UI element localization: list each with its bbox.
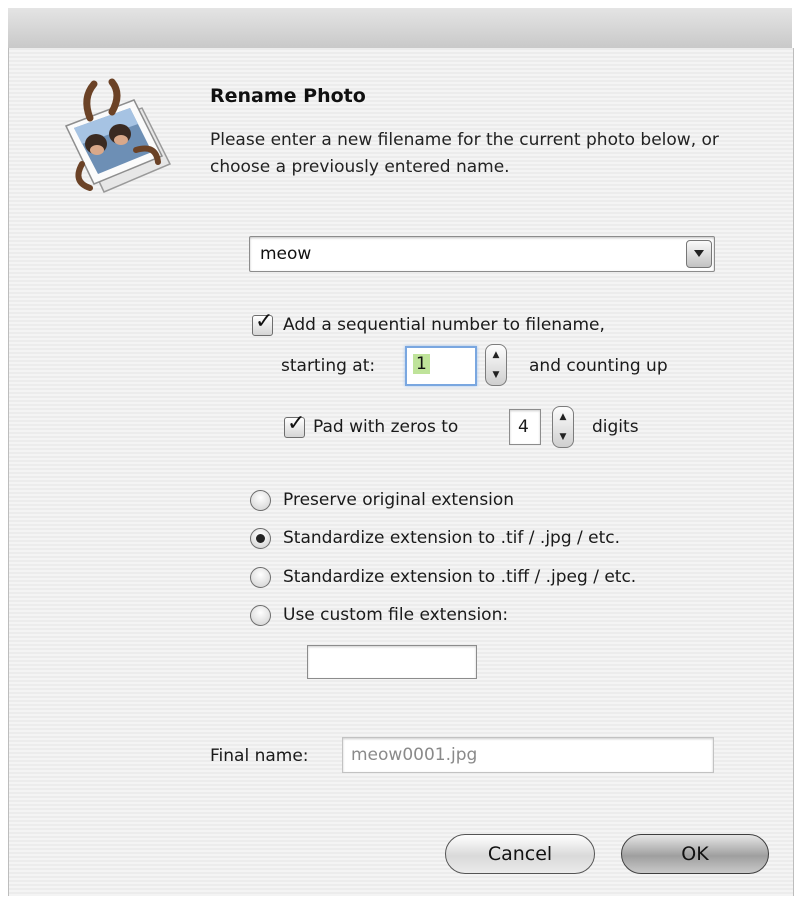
pad-digits-stepper[interactable]: ▲ ▼ [552, 406, 574, 448]
dialog-description: Please enter a new filename for the curr… [210, 130, 719, 177]
counting-up-label: and counting up [529, 356, 668, 376]
start-number-field[interactable]: 1 [405, 346, 477, 386]
radio-preserve-extension[interactable] [250, 490, 271, 511]
checkmark-icon: ✓ [255, 309, 274, 334]
pad-zeros-checkbox[interactable]: ✓ [284, 411, 305, 438]
dialog-title: Rename Photo [210, 85, 366, 107]
stepper-up-icon[interactable]: ▲ [486, 350, 506, 360]
filename-value[interactable]: meow [260, 244, 311, 264]
photo-app-icon [64, 78, 172, 193]
cancel-button[interactable]: Cancel [445, 834, 595, 874]
starting-at-label: starting at: [281, 356, 376, 376]
final-name-value: meow0001.jpg [351, 745, 478, 765]
radio-custom-extension[interactable] [250, 605, 271, 626]
pad-digits-field[interactable]: 4 [509, 409, 541, 445]
radio-label-standardize-short[interactable]: Standardize extension to .tif / .jpg / e… [283, 528, 620, 548]
digits-label: digits [592, 417, 639, 437]
checkmark-icon: ✓ [287, 411, 306, 436]
radio-label-preserve[interactable]: Preserve original extension [283, 490, 514, 510]
final-name-label: Final name: [210, 746, 309, 766]
window-titlebar[interactable] [8, 8, 792, 49]
sequential-label: Add a sequential number to filename, [283, 315, 605, 335]
stepper-down-icon[interactable]: ▼ [486, 370, 506, 380]
sequential-checkbox[interactable]: ✓ [252, 309, 273, 336]
pad-digits-value[interactable]: 4 [518, 417, 529, 437]
radio-standardize-long[interactable] [250, 567, 271, 588]
final-name-field: meow0001.jpg [342, 737, 714, 773]
radio-label-custom[interactable]: Use custom file extension: [283, 605, 508, 625]
start-number-value[interactable]: 1 [413, 354, 430, 374]
filename-combo[interactable]: meow [249, 236, 715, 272]
radio-label-standardize-long[interactable]: Standardize extension to .tiff / .jpeg /… [283, 567, 636, 587]
stepper-down-icon[interactable]: ▼ [553, 432, 573, 442]
pad-zeros-label: Pad with zeros to [313, 417, 459, 437]
stepper-up-icon[interactable]: ▲ [553, 412, 573, 422]
radio-standardize-short[interactable] [250, 528, 271, 549]
chevron-down-icon [694, 250, 704, 257]
custom-extension-field[interactable] [307, 645, 477, 679]
ok-button[interactable]: OK [621, 834, 769, 874]
combo-dropdown-button[interactable] [686, 240, 712, 268]
start-number-stepper[interactable]: ▲ ▼ [485, 344, 507, 386]
